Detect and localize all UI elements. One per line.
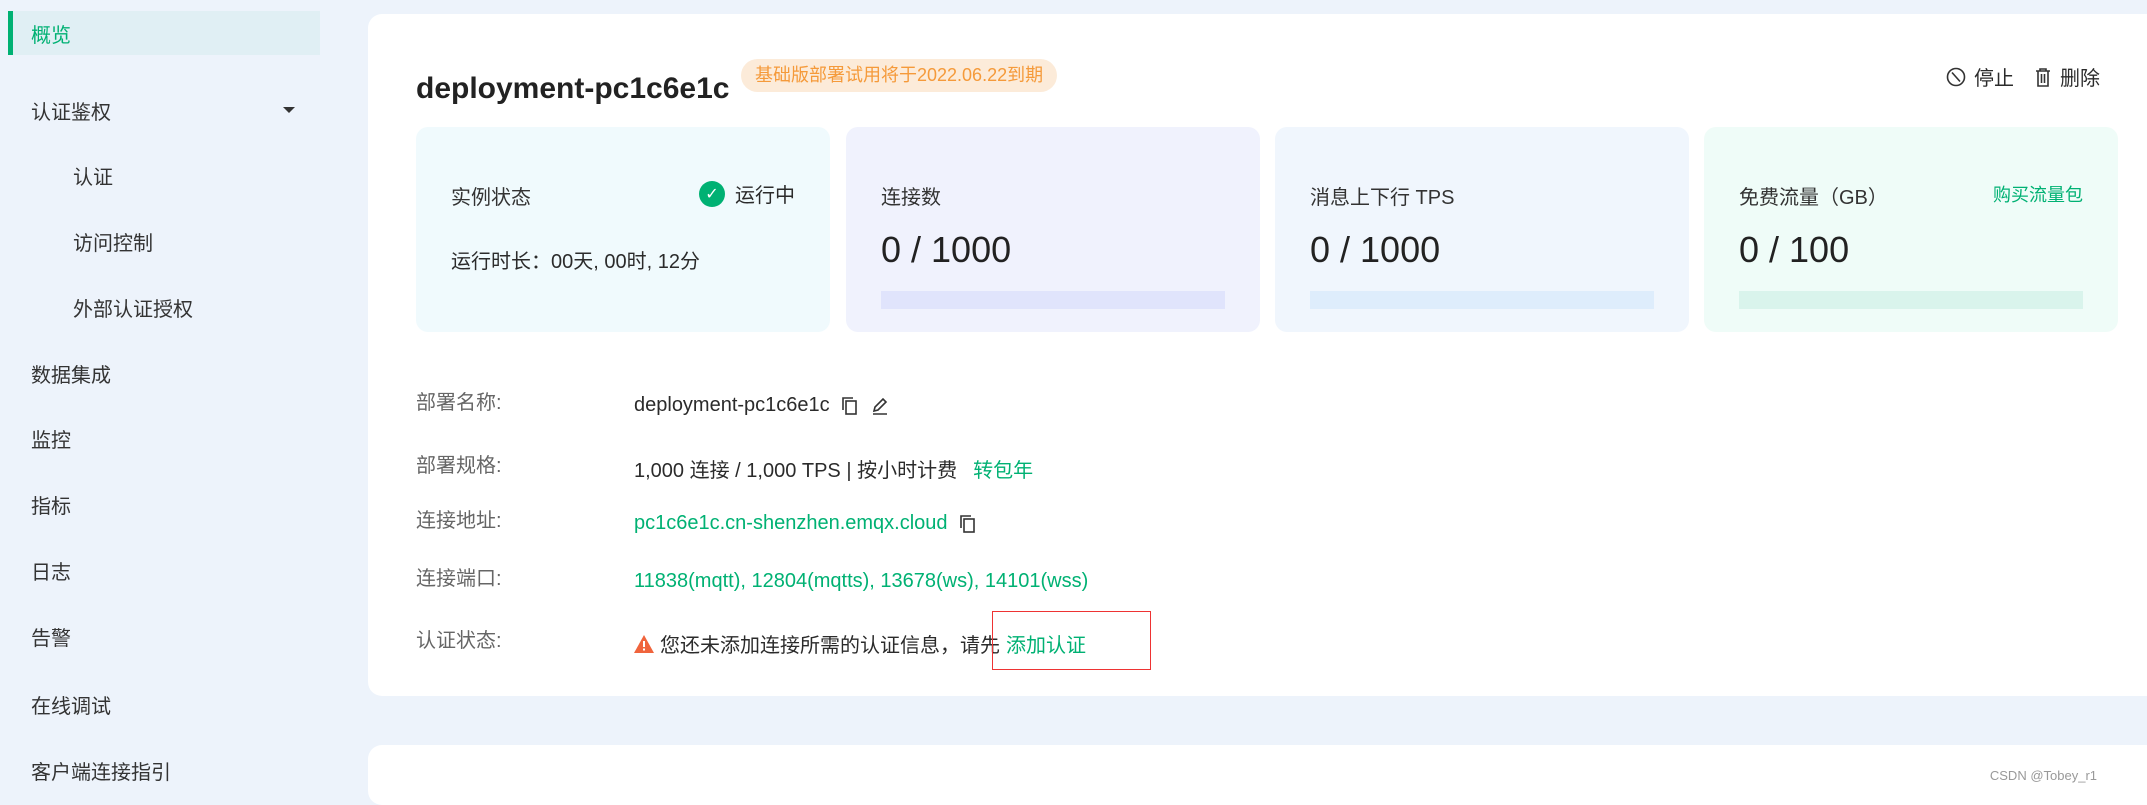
warning-icon [634, 634, 654, 653]
label: 访问控制 [73, 232, 153, 255]
watermark: CSDN @Tobey_r1 [1989, 768, 2097, 783]
trial-expiry-badge: 基础版部署试用将于2022.06.22到期 [741, 59, 1058, 92]
sidebar-item-auth[interactable]: 认证鉴权 [8, 88, 320, 132]
deployment-overview-card: deployment-pc1c6e1c 基础版部署试用将于2022.06.22到… [368, 14, 2147, 696]
detail-row-ports: 连接端口: 11838(mqtt), 12804(mqtts), 13678(w… [416, 560, 1088, 593]
uptime: 运行时长：00天, 00时, 12分 [451, 251, 700, 273]
detail-row-name: 部署名称: deployment-pc1c6e1c [416, 384, 890, 417]
delete-label: 删除 [2060, 68, 2100, 90]
label: 概览 [31, 24, 71, 47]
label: 在线调试 [31, 695, 111, 718]
check-circle-icon: ✓ [699, 180, 725, 207]
detail-row-address: 连接地址: pc1c6e1c.cn-shenzhen.emqx.cloud [416, 502, 978, 535]
stop-icon [1946, 67, 1966, 86]
label: 指标 [31, 495, 71, 518]
switch-annual-link[interactable]: 转包年 [973, 454, 1033, 483]
detail-label: 认证状态: [416, 630, 502, 652]
stat-value: 0 / 1000 [1310, 229, 1441, 270]
trash-icon [2036, 67, 2050, 87]
secondary-card [368, 745, 2147, 805]
caret-down-icon [283, 107, 295, 113]
label: 客户端连接指引 [31, 761, 171, 784]
detail-label: 连接地址: [416, 510, 502, 532]
sidebar-item-online-debug[interactable]: 在线调试 [8, 682, 320, 726]
detail-row-auth: 认证状态: 您还未添加连接所需的认证信息，请先 添加认证 [416, 619, 1086, 658]
label: 数据集成 [31, 364, 111, 387]
traffic-card: 免费流量（GB） 购买流量包 0 / 100 [1704, 127, 2118, 332]
sidebar: 概览 认证鉴权 认证 访问控制 外部认证授权 数据集成 监控 指标 日志 告警 … [0, 0, 330, 788]
label: 日志 [31, 561, 71, 584]
label: 告警 [31, 627, 71, 650]
sidebar-item-overview[interactable]: 概览 [8, 11, 320, 55]
copy-icon[interactable] [958, 514, 978, 534]
sidebar-item-authentication[interactable]: 认证 [8, 153, 320, 197]
sidebar-item-data-integration[interactable]: 数据集成 [8, 351, 320, 395]
sidebar-item-logs[interactable]: 日志 [8, 548, 320, 592]
stat-value: 0 / 100 [1739, 229, 1850, 270]
detail-label: 部署规格: [416, 455, 502, 477]
stat-label: 消息上下行 TPS [1310, 187, 1455, 209]
stat-value: 0 / 1000 [881, 229, 1012, 270]
highlight-box [992, 611, 1151, 670]
sidebar-item-monitoring[interactable]: 监控 [8, 416, 320, 460]
stat-label: 免费流量（GB） [1739, 187, 1888, 209]
tps-card: 消息上下行 TPS 0 / 1000 [1275, 127, 1689, 332]
stop-button[interactable]: 停止 [1946, 62, 2014, 91]
page-title: deployment-pc1c6e1c [416, 72, 730, 105]
delete-button[interactable]: 删除 [2034, 62, 2100, 91]
copy-icon[interactable] [840, 396, 860, 416]
connection-ports: 11838(mqtt), 12804(mqtts), 13678(ws), 14… [634, 570, 1089, 592]
edit-icon[interactable] [870, 396, 890, 416]
stat-label: 实例状态 [451, 187, 531, 209]
status-value: 运行中 [735, 185, 795, 207]
detail-row-spec: 部署规格: 1,000 连接 / 1,000 TPS | 按小时计费 转包年 [416, 444, 1033, 483]
label: 外部认证授权 [73, 298, 193, 321]
deployment-name: deployment-pc1c6e1c [634, 394, 830, 416]
connections-progress-bar [881, 291, 1225, 309]
sidebar-item-metrics[interactable]: 指标 [8, 482, 320, 526]
buy-traffic-link[interactable]: 购买流量包 [1993, 181, 2083, 207]
auth-warning: 您还未添加连接所需的认证信息，请先 [660, 635, 1000, 657]
sidebar-item-client-guide[interactable]: 客户端连接指引 [8, 748, 320, 792]
detail-label: 连接端口: [416, 568, 502, 590]
instance-status-card: 实例状态 ✓ 运行中 运行时长：00天, 00时, 12分 [416, 127, 830, 332]
connection-address: pc1c6e1c.cn-shenzhen.emqx.cloud [634, 512, 948, 534]
connections-card: 连接数 0 / 1000 [846, 127, 1260, 332]
label: 认证 [73, 166, 113, 189]
stat-label: 连接数 [881, 187, 941, 209]
traffic-progress-bar [1739, 291, 2083, 309]
label: 监控 [31, 429, 71, 452]
tps-progress-bar [1310, 291, 1654, 309]
detail-label: 部署名称: [416, 392, 502, 414]
sidebar-item-external-auth[interactable]: 外部认证授权 [8, 285, 320, 329]
sidebar-item-access-control[interactable]: 访问控制 [8, 219, 320, 263]
spec-value: 1,000 连接 / 1,000 TPS | 按小时计费 [634, 460, 958, 482]
sidebar-item-alerts[interactable]: 告警 [8, 614, 320, 658]
stop-label: 停止 [1974, 68, 2014, 90]
label: 认证鉴权 [31, 101, 111, 124]
